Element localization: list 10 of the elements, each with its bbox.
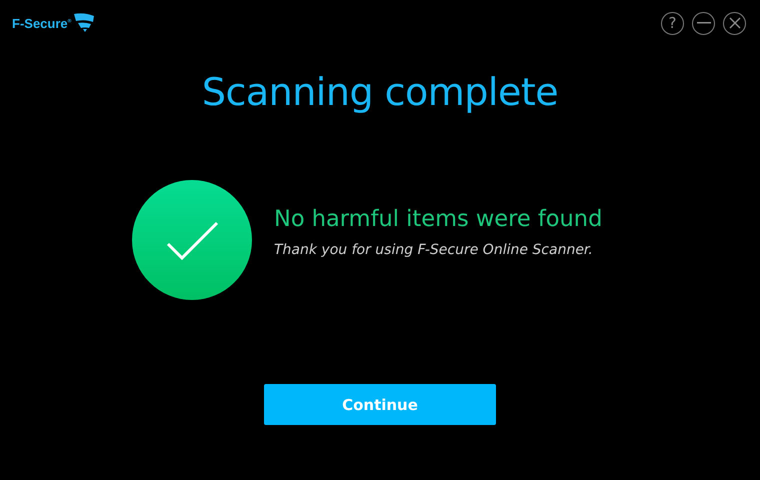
help-button[interactable]: ? xyxy=(661,12,684,34)
close-icon xyxy=(728,17,740,29)
minimize-button[interactable] xyxy=(692,12,715,34)
close-button[interactable] xyxy=(723,12,746,34)
result-message: Thank you for using F-Secure Online Scanner. xyxy=(274,242,594,258)
logo-icon xyxy=(73,13,96,33)
minus-icon xyxy=(696,22,710,24)
page-title: Scanning complete xyxy=(200,70,560,114)
result-heading: No harmful items were found xyxy=(274,206,602,232)
logo-text: F-Secure$^{®}$ xyxy=(12,16,72,30)
